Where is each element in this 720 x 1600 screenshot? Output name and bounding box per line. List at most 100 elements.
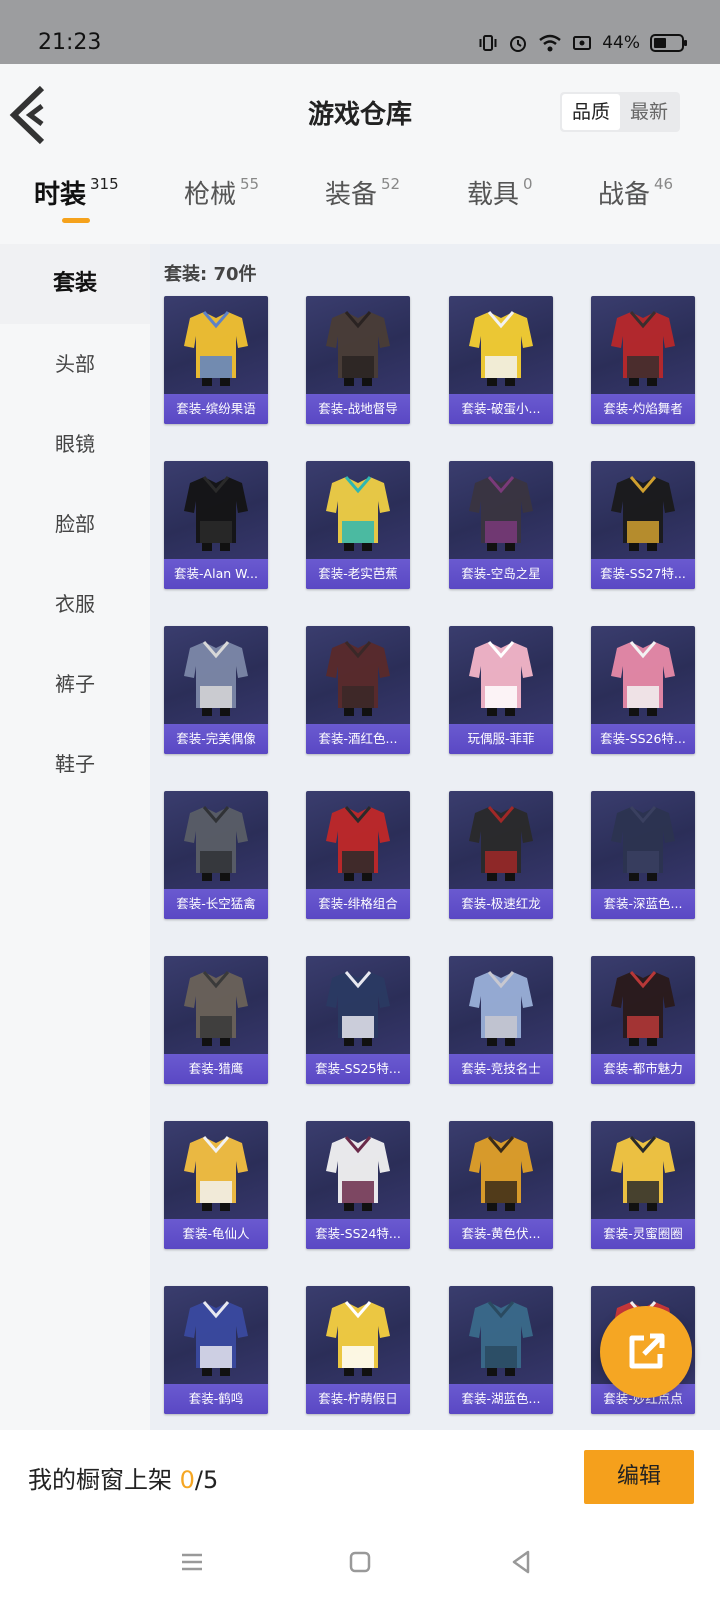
item-name: 套装-长空猛禽	[164, 889, 268, 919]
item-name: 套装-战地督导	[306, 394, 410, 424]
item-card[interactable]: 套装-空岛之星	[449, 461, 553, 589]
tab-label: 时装	[34, 180, 87, 210]
item-card[interactable]: 套装-战地督导	[306, 296, 410, 424]
tab-guns[interactable]: 枪械 55	[184, 174, 259, 224]
item-name: 套装-SS27特...	[591, 559, 695, 589]
status-icons: 44%	[478, 33, 687, 53]
outfit-thumbnail	[184, 476, 248, 551]
item-name: 套装-破蛋小...	[449, 394, 553, 424]
outfit-thumbnail	[611, 1136, 675, 1211]
tab-equipment[interactable]: 装备 52	[325, 174, 400, 224]
tab-label: 枪械	[184, 180, 237, 210]
item-name: 套装-缤纷果语	[164, 394, 268, 424]
item-card[interactable]: 套装-龟仙人	[164, 1121, 268, 1249]
item-card[interactable]: 套装-Alan W...	[164, 461, 268, 589]
sidebar-item-glasses[interactable]: 眼镜	[0, 404, 150, 484]
battery-percent: 44%	[602, 33, 640, 53]
item-name: 玩偶服-菲菲	[449, 724, 553, 754]
sidebar-item-face[interactable]: 脸部	[0, 484, 150, 564]
showcase-label: 我的橱窗上架	[28, 1466, 180, 1494]
item-card[interactable]: 套装-极速红龙	[449, 791, 553, 919]
outfit-thumbnail	[326, 971, 390, 1046]
tab-supplies[interactable]: 战备 46	[598, 174, 673, 224]
outfit-thumbnail	[326, 1136, 390, 1211]
sidebar-item-shoes[interactable]: 鞋子	[0, 724, 150, 804]
item-name: 套装-湖蓝色...	[449, 1384, 553, 1414]
sidebar-item-outfit[interactable]: 套装	[0, 244, 150, 324]
edit-button[interactable]: 编辑	[584, 1450, 694, 1504]
tab-label: 战备	[598, 180, 651, 210]
item-card[interactable]: 套装-SS24特...	[306, 1121, 410, 1249]
sidebar-item-head[interactable]: 头部	[0, 324, 150, 404]
system-nav-bar	[0, 1526, 720, 1600]
share-button[interactable]	[600, 1306, 692, 1398]
sort-quality-button[interactable]: 品质	[561, 94, 620, 130]
back-icon[interactable]	[508, 1548, 536, 1576]
showcase-bar: 我的橱窗上架 0/5 编辑	[0, 1430, 720, 1526]
home-icon[interactable]	[346, 1548, 374, 1576]
item-name: 套装-空岛之星	[449, 559, 553, 589]
item-card[interactable]: 套装-缤纷果语	[164, 296, 268, 424]
tab-fashion[interactable]: 时装 315	[34, 174, 119, 224]
item-card[interactable]: 套装-酒红色...	[306, 626, 410, 754]
item-name: 套装-都市魅力	[591, 1054, 695, 1084]
item-card[interactable]: 套装-鹤鸣	[164, 1286, 268, 1414]
item-card[interactable]: 套装-SS25特...	[306, 956, 410, 1084]
item-card[interactable]: 套装-破蛋小...	[449, 296, 553, 424]
item-card[interactable]: 套装-老实芭蕉	[306, 461, 410, 589]
section-label: 套装: 70件	[164, 264, 257, 285]
item-card[interactable]: 套装-灵蜜圈圈	[591, 1121, 695, 1249]
sidebar-item-clothes[interactable]: 衣服	[0, 564, 150, 644]
item-card[interactable]: 套装-灼焰舞者	[591, 296, 695, 424]
vibrate-icon	[479, 35, 497, 51]
sort-toggle: 品质 最新	[559, 92, 680, 132]
showcase-status: 我的橱窗上架 0/5	[28, 1460, 218, 1495]
item-name: 套装-完美偶像	[164, 724, 268, 754]
item-name: 套装-深蓝色...	[591, 889, 695, 919]
outfit-thumbnail	[611, 476, 675, 551]
wifi-icon	[539, 34, 561, 52]
tab-count: 315	[90, 175, 119, 193]
item-name: 套装-鹤鸣	[164, 1384, 268, 1414]
outfit-thumbnail	[184, 311, 248, 386]
item-name: 套装-极速红龙	[449, 889, 553, 919]
outfit-thumbnail	[469, 641, 533, 716]
outfit-thumbnail	[184, 1301, 248, 1376]
outfit-thumbnail	[326, 641, 390, 716]
item-card[interactable]: 套装-都市魅力	[591, 956, 695, 1084]
item-card[interactable]: 玩偶服-菲菲	[449, 626, 553, 754]
item-card[interactable]: 套装-长空猛禽	[164, 791, 268, 919]
item-name: 套装-竞技名士	[449, 1054, 553, 1084]
outfit-thumbnail	[611, 806, 675, 881]
item-card[interactable]: 套装-湖蓝色...	[449, 1286, 553, 1414]
battery-icon	[650, 34, 687, 52]
tab-label: 载具	[467, 180, 520, 210]
item-card[interactable]: 套装-猎鹰	[164, 956, 268, 1084]
sort-latest-button[interactable]: 最新	[620, 94, 678, 130]
outfit-thumbnail	[184, 641, 248, 716]
item-card[interactable]: 套装-绯格组合	[306, 791, 410, 919]
status-bar: 21:23 44%	[0, 0, 720, 64]
outfit-thumbnail	[469, 311, 533, 386]
item-card[interactable]: 套装-柠萌假日	[306, 1286, 410, 1414]
showcase-current: 0	[179, 1466, 195, 1494]
screen-record-icon	[573, 36, 592, 50]
item-card[interactable]: 套装-SS26特...	[591, 626, 695, 754]
alarm-icon	[510, 36, 527, 52]
item-card[interactable]: 套装-深蓝色...	[591, 791, 695, 919]
menu-icon[interactable]	[178, 1548, 206, 1576]
tab-label: 装备	[325, 180, 378, 210]
item-name: 套装-SS24特...	[306, 1219, 410, 1249]
sidebar-item-pants[interactable]: 裤子	[0, 644, 150, 724]
item-name: 套装-SS26特...	[591, 724, 695, 754]
item-name: 套装-酒红色...	[306, 724, 410, 754]
outfit-thumbnail	[469, 1136, 533, 1211]
item-card[interactable]: 套装-SS27特...	[591, 461, 695, 589]
outfit-thumbnail	[184, 1136, 248, 1211]
tab-vehicles[interactable]: 载具 0	[467, 174, 533, 224]
tab-count: 55	[240, 175, 260, 193]
item-name: 套装-灼焰舞者	[591, 394, 695, 424]
item-card[interactable]: 套装-完美偶像	[164, 626, 268, 754]
item-card[interactable]: 套装-竞技名士	[449, 956, 553, 1084]
item-card[interactable]: 套装-黄色伏...	[449, 1121, 553, 1249]
